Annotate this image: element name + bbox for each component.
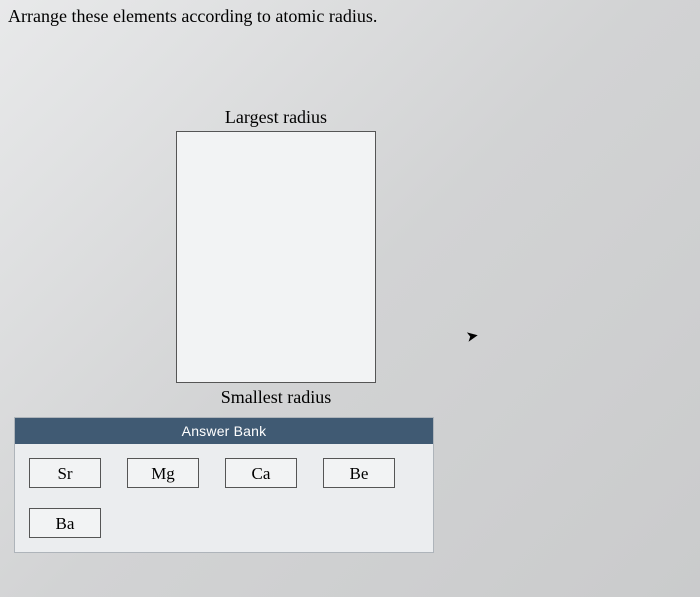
answer-bank-body: Sr Mg Ca Be Ba (15, 444, 433, 552)
ranking-dropzone[interactable] (176, 131, 376, 383)
element-tile[interactable]: Mg (127, 458, 199, 488)
element-tile[interactable]: Ba (29, 508, 101, 538)
question-text: Arrange these elements according to atom… (0, 0, 700, 27)
cursor-icon: ➤ (464, 326, 480, 347)
smallest-radius-label: Smallest radius (176, 387, 376, 408)
element-tile[interactable]: Sr (29, 458, 101, 488)
largest-radius-label: Largest radius (176, 107, 376, 128)
answer-bank-header: Answer Bank (15, 418, 433, 444)
interaction-stage: Largest radius Smallest radius Answer Ba… (0, 27, 700, 587)
element-tile[interactable]: Be (323, 458, 395, 488)
element-tile[interactable]: Ca (225, 458, 297, 488)
answer-bank: Answer Bank Sr Mg Ca Be Ba (14, 417, 434, 553)
